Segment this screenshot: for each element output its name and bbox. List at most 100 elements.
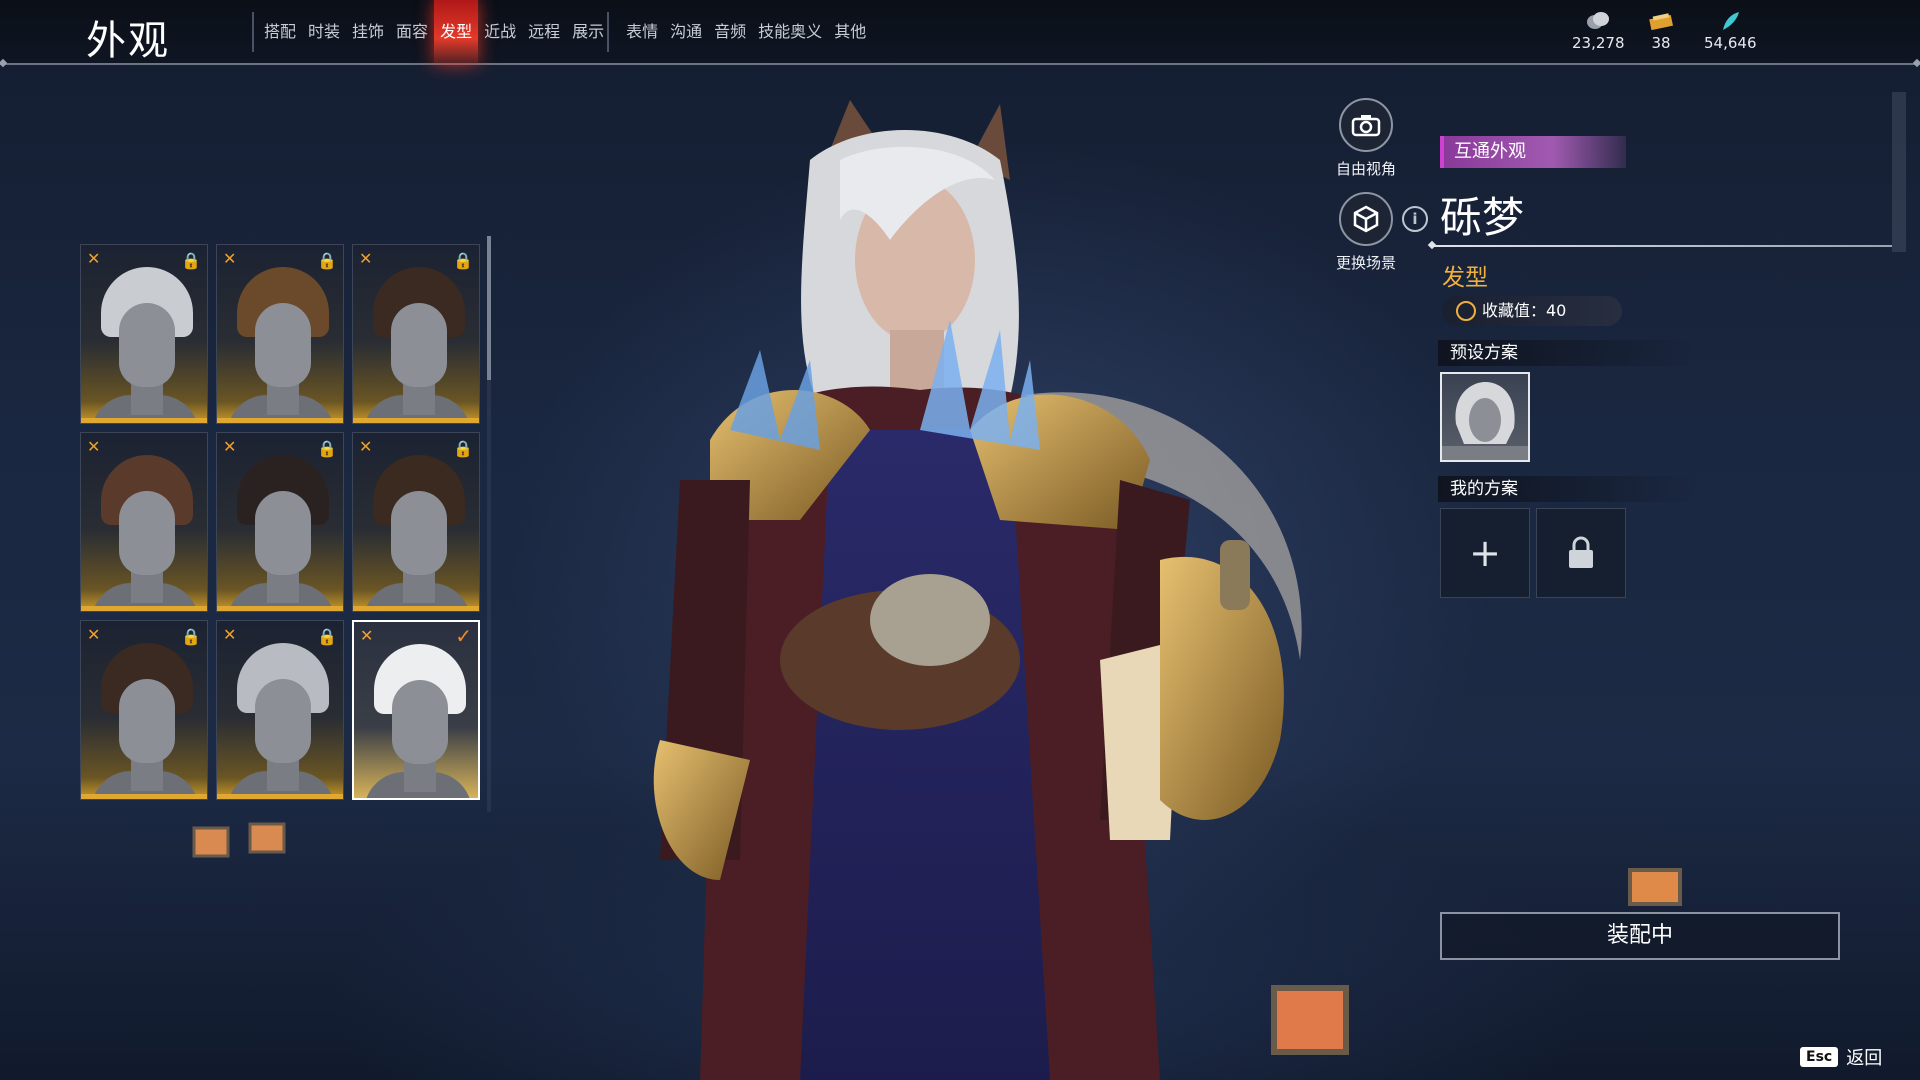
tab-skill-ultimate[interactable]: 技能奥义 [752,0,828,64]
hairstyle-card[interactable]: ✕ 🔒 [216,620,344,800]
rarity-bar [217,418,343,423]
tab-emote[interactable]: 表情 [620,0,664,64]
rarity-bar [217,794,343,799]
bust-face [255,303,311,387]
sparkle-icon: ✕ [87,437,101,456]
ticket-icon [1649,13,1674,31]
bust-face [392,680,448,764]
equipped-status-button[interactable]: 装配中 [1440,912,1840,960]
tab-audio[interactable]: 音频 [708,0,752,64]
grid-scrollbar-thumb[interactable] [487,236,491,380]
bust-face [255,679,311,763]
preset-header: 预设方案 [1438,340,1698,366]
tab-accessory[interactable]: 挂饰 [346,0,390,64]
hairstyle-grid: ✕ 🔒 ✕ 🔒 ✕ 🔒 ✕ ✕ 🔒 ✕ 🔒 ✕ 🔒 ✕ 🔒 ✕ ✓ [80,244,480,800]
collection-value: 收藏值：40 [1482,301,1567,320]
character-model [653,100,1302,1080]
lock-icon: 🔒 [181,251,201,270]
currency-coins: 23,278 [1572,10,1625,52]
hairstyle-card[interactable]: ✕ 🔒 [216,432,344,612]
rarity-bar [81,794,207,799]
camera-icon [1339,98,1393,152]
locked-plan-slot[interactable] [1536,508,1626,598]
change-scene-label: 更换场景 [1335,254,1396,272]
plus-icon: + [1469,531,1501,575]
tab-communication[interactable]: 沟通 [664,0,708,64]
tab-melee[interactable]: 近战 [478,0,522,64]
panel-scrollbar[interactable] [1892,92,1906,252]
hairstyle-card[interactable]: ✕ 🔒 [352,244,480,424]
tab-separator [607,12,609,52]
sparkle-icon: ✕ [223,625,237,644]
esc-key-hint: Esc [1800,1047,1839,1067]
currency-tickets-value: 38 [1651,34,1671,52]
currency-tickets: 38 [1648,10,1674,52]
sparkle-icon: ✕ [359,249,373,268]
tab-showcase[interactable]: 展示 [566,0,610,64]
tab-other[interactable]: 其他 [828,0,872,64]
tab-fashion[interactable]: 时装 [302,0,346,64]
currency-feathers: 54,646 [1704,10,1757,52]
tab-outfit-set[interactable]: 搭配 [258,0,302,64]
sparkle-icon: ✕ [360,626,374,645]
name-divider [1432,245,1892,247]
sparkle-icon: ✕ [359,437,373,456]
free-view-label: 自由视角 [1335,160,1396,178]
lantern-decoration [1628,868,1682,906]
page-title: 外观 [86,18,170,64]
bust-face [119,679,175,763]
category-tabs: 搭配 时装 挂饰 面容 发型 近战 远程 展示 表情 沟通 音频 技能奥义 其他 [258,0,872,64]
lock-icon: 🔒 [317,251,337,270]
tab-face[interactable]: 面容 [390,0,434,64]
cube-icon [1339,192,1393,246]
lock-icon [1569,536,1593,568]
hairstyle-card[interactable]: ✕ 🔒 [80,244,208,424]
tab-ranged[interactable]: 远程 [522,0,566,64]
item-type: 发型 [1442,265,1488,291]
cross-platform-badge: 互通外观 [1440,136,1626,168]
lock-icon: 🔒 [181,627,201,646]
back-label: 返回 [1846,1048,1883,1069]
lock-icon: 🔒 [317,439,337,458]
lock-icon: 🔒 [453,439,473,458]
rarity-bar [217,606,343,611]
hairstyle-card[interactable]: ✕ 🔒 [352,432,480,612]
currency-coins-value: 23,278 [1572,34,1625,52]
rarity-bar [81,418,207,423]
bust-face [255,491,311,575]
info-icon[interactable]: i [1402,206,1428,232]
free-view-button[interactable]: 自由视角 [1326,98,1406,179]
hairstyle-card[interactable]: ✕ 🔒 [216,244,344,424]
hairstyle-card[interactable]: ✕ ✓ [352,620,480,800]
sparkle-icon: ✕ [223,249,237,268]
bust-face [119,303,175,387]
lock-icon: 🔒 [317,627,337,646]
collection-value-badge: 收藏值：40 [1442,296,1622,326]
rarity-bar [81,606,207,611]
bust-face [119,491,175,575]
tab-separator [252,12,254,52]
lantern-decoration [1271,985,1349,1055]
item-name: 砾梦 [1440,193,1525,242]
bust-face [391,303,447,387]
hairstyle-card[interactable]: ✕ [80,432,208,612]
rarity-bar [353,418,479,423]
feather-icon [1723,12,1740,30]
bust-face [391,491,447,575]
currency-feathers-value: 54,646 [1704,34,1757,52]
back-button[interactable]: Esc 返回 [1800,1044,1882,1070]
hair-preview-icon [1442,382,1528,460]
check-icon: ✓ [455,624,472,648]
add-plan-button[interactable]: + [1440,508,1530,598]
preset-slot[interactable] [1440,372,1530,462]
sparkle-icon: ✕ [87,625,101,644]
my-plan-header: 我的方案 [1438,476,1698,502]
collection-icon [1456,301,1476,321]
lock-icon: 🔒 [453,251,473,270]
change-scene-button[interactable]: 更换场景 [1326,192,1406,273]
lantern-decoration [192,822,286,858]
tab-hairstyle[interactable]: 发型 [434,0,479,64]
sparkle-icon: ✕ [223,437,237,456]
sparkle-icon: ✕ [87,249,101,268]
hairstyle-card[interactable]: ✕ 🔒 [80,620,208,800]
